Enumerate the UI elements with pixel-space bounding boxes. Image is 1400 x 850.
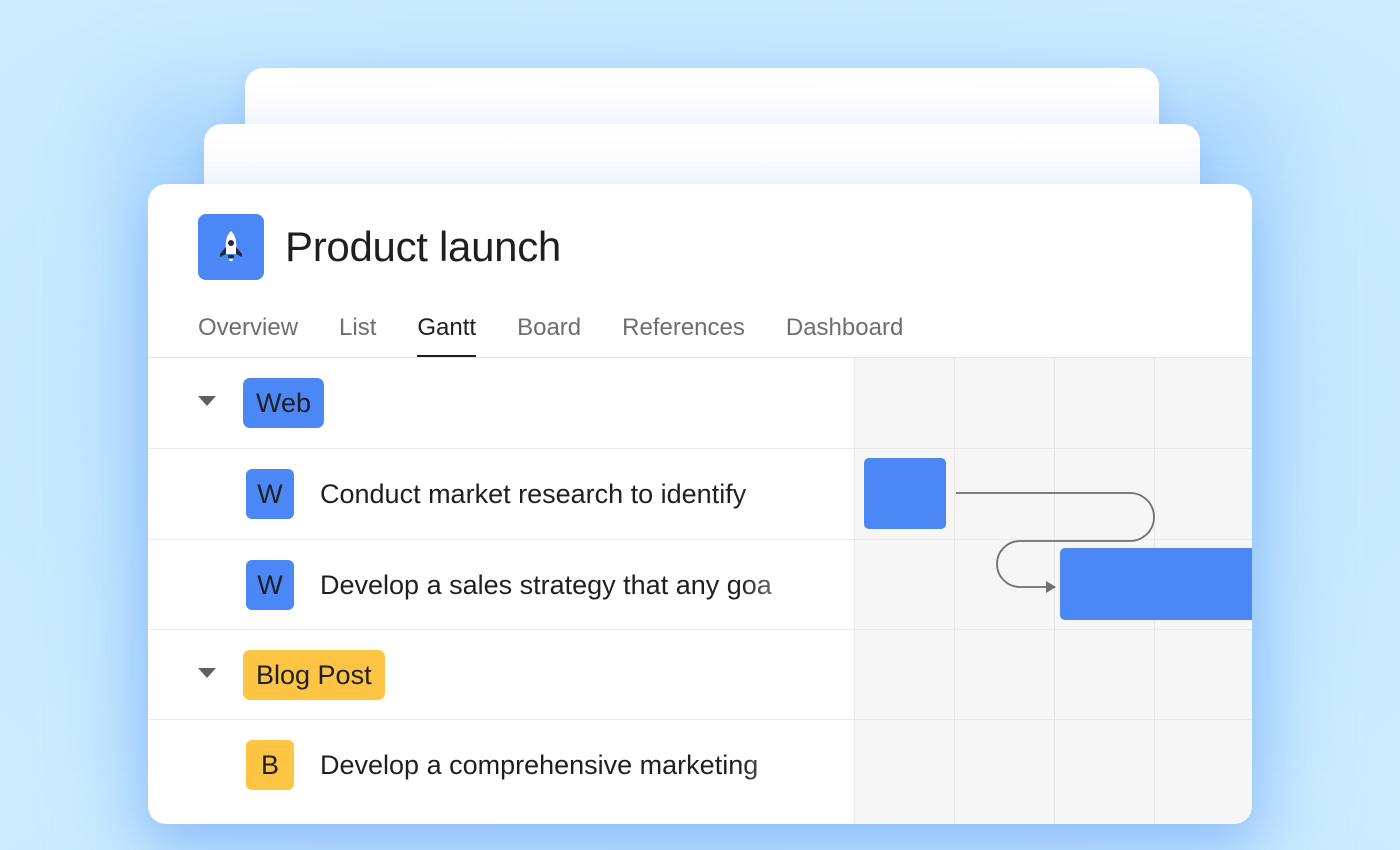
tab-list[interactable]: List <box>339 310 376 358</box>
task-name[interactable]: Conduct market research to identify <box>320 469 830 519</box>
tab-references[interactable]: References <box>622 310 745 358</box>
section-row-blog-post: Blog Post <box>148 630 854 720</box>
section-tag-blog-post[interactable]: Blog Post <box>243 650 385 700</box>
tab-overview[interactable]: Overview <box>198 310 298 358</box>
task-row[interactable]: W Conduct market research to identify <box>148 449 854 539</box>
timeline-column-divider <box>954 358 955 824</box>
task-row[interactable]: W Develop a sales strategy that any goa <box>148 540 854 630</box>
tab-board[interactable]: Board <box>517 310 581 358</box>
section-row-web: Web <box>148 358 854 448</box>
rocket-icon <box>220 231 242 261</box>
task-name[interactable]: Develop a comprehensive marketing <box>320 740 830 790</box>
task-row[interactable]: B Develop a comprehensive marketing <box>148 720 854 810</box>
collapse-caret-icon[interactable] <box>198 396 216 406</box>
timeline-column-divider <box>1054 358 1055 824</box>
section-tag-web[interactable]: Web <box>243 378 325 428</box>
tab-gantt[interactable]: Gantt <box>417 310 476 358</box>
task-avatar: B <box>246 740 294 790</box>
project-title: Product launch <box>285 223 561 270</box>
tab-dashboard[interactable]: Dashboard <box>786 310 903 358</box>
project-card: Product launch Overview List Gantt Board… <box>148 184 1252 824</box>
task-name[interactable]: Develop a sales strategy that any goa <box>320 560 830 610</box>
project-icon <box>198 214 264 280</box>
gantt-bar[interactable] <box>864 458 946 529</box>
task-avatar: W <box>246 469 294 519</box>
gantt-bar[interactable] <box>1060 548 1252 620</box>
view-tabs: Overview List Gantt Board References Das… <box>198 310 944 358</box>
task-avatar: W <box>246 560 294 610</box>
collapse-caret-icon[interactable] <box>198 668 216 678</box>
